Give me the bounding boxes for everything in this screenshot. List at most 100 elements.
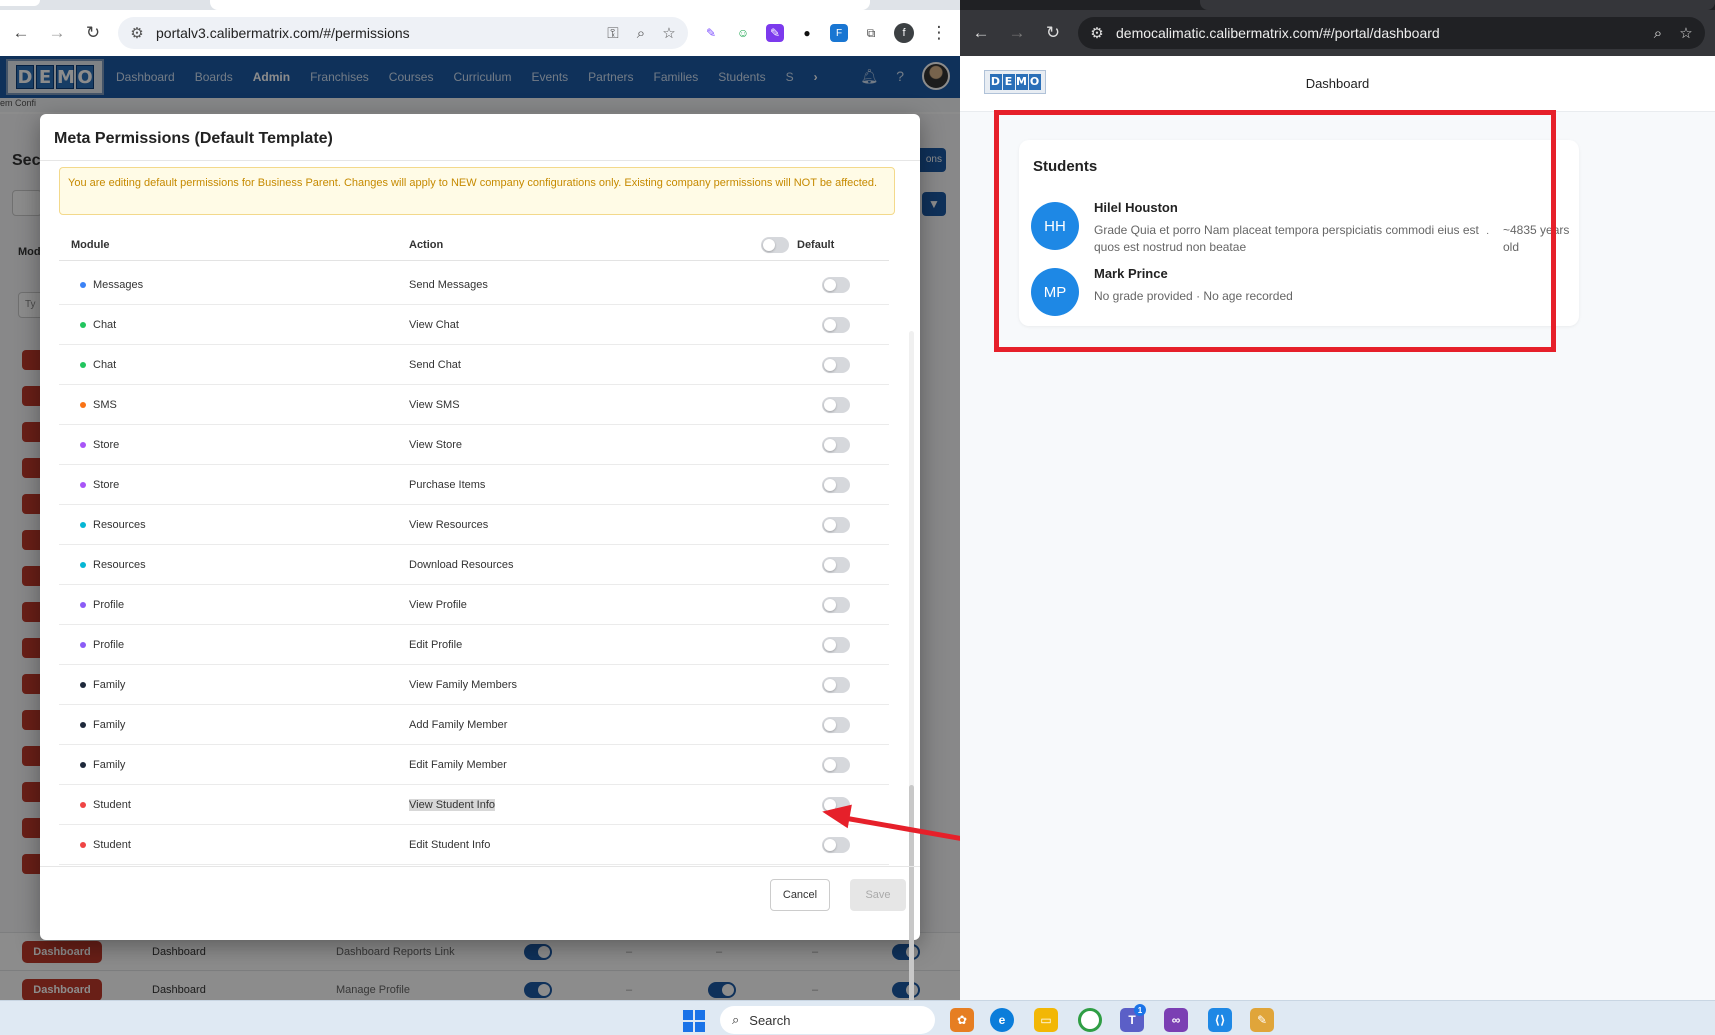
tab-strip bbox=[0, 0, 960, 10]
vscode-icon[interactable]: ⟨⟩ bbox=[1208, 1008, 1232, 1032]
permission-toggle[interactable] bbox=[822, 836, 850, 853]
zoom-icon[interactable]: ⌕ bbox=[1649, 25, 1667, 42]
url-text[interactable]: democalimatic.calibermatrix.com/#/portal… bbox=[1116, 25, 1639, 41]
bot-extension-icon[interactable]: ☺ bbox=[734, 24, 752, 42]
permission-toggle[interactable] bbox=[822, 316, 850, 333]
edit-extension-icon[interactable]: ✎ bbox=[766, 24, 784, 42]
module-color-dot bbox=[80, 481, 86, 488]
action-cell: Send Chat bbox=[409, 358, 461, 371]
address-bar[interactable]: ⚙ democalimatic.calibermatrix.com/#/port… bbox=[1078, 17, 1705, 49]
action-cell: Download Resources bbox=[409, 558, 514, 571]
right-browser-window: ← → ↻ ⚙ democalimatic.calibermatrix.com/… bbox=[960, 0, 1715, 1000]
puzzle-extensions-icon[interactable]: ⧉ bbox=[862, 24, 880, 42]
module-cell: Resources bbox=[93, 558, 146, 571]
module-cell: Student bbox=[93, 838, 131, 851]
permission-row: Resources Download Resources bbox=[59, 545, 889, 585]
left-browser-window: ← → ↻ ⚙ portalv3.calibermatrix.com/#/per… bbox=[0, 0, 960, 1000]
cancel-button[interactable]: Cancel bbox=[770, 879, 830, 911]
permission-row: Messages Send Messages bbox=[59, 265, 889, 305]
edge-browser-icon[interactable]: e bbox=[990, 1008, 1014, 1032]
warning-banner: You are editing default permissions for … bbox=[59, 167, 895, 215]
bookmark-star-icon[interactable]: ☆ bbox=[660, 24, 678, 42]
visual-studio-icon[interactable]: ∞ bbox=[1164, 1008, 1188, 1032]
module-cell: Profile bbox=[93, 598, 125, 611]
back-icon[interactable]: ← bbox=[970, 22, 992, 44]
taskbar-search[interactable]: ⌕ Search bbox=[720, 1006, 935, 1034]
site-info-icon[interactable]: ⚙ bbox=[1088, 24, 1106, 42]
default-all-toggle[interactable] bbox=[761, 236, 789, 253]
permission-toggle[interactable] bbox=[822, 516, 850, 533]
module-color-dot bbox=[80, 761, 86, 768]
permission-toggle[interactable] bbox=[822, 356, 850, 373]
permission-row: Family Edit Family Member bbox=[59, 745, 889, 785]
address-bar[interactable]: ⚙ portalv3.calibermatrix.com/#/permissio… bbox=[118, 17, 688, 49]
column-header-action: Action bbox=[409, 238, 444, 251]
module-color-dot bbox=[80, 601, 86, 608]
column-header-module: Module bbox=[71, 238, 110, 251]
modal-footer: Cancel Save bbox=[40, 866, 920, 940]
module-color-dot bbox=[80, 521, 86, 528]
permission-row: Family View Family Members bbox=[59, 665, 889, 705]
module-color-dot bbox=[80, 401, 86, 408]
bookmark-star-icon[interactable]: ☆ bbox=[1677, 24, 1695, 42]
action-cell: View Resources bbox=[409, 518, 489, 531]
paint-app-icon[interactable]: ✎ bbox=[1250, 1008, 1274, 1032]
action-cell: Send Messages bbox=[409, 278, 488, 291]
permission-row: Family Add Family Member bbox=[59, 705, 889, 745]
permission-toggle[interactable] bbox=[822, 476, 850, 493]
reload-icon[interactable]: ↻ bbox=[1042, 22, 1064, 44]
module-color-dot bbox=[80, 321, 86, 328]
back-icon[interactable]: ← bbox=[10, 22, 32, 44]
module-color-dot bbox=[80, 841, 86, 848]
action-cell: View SMS bbox=[409, 398, 460, 411]
reload-icon[interactable]: ↻ bbox=[82, 22, 104, 44]
url-text[interactable]: portalv3.calibermatrix.com/#/permissions bbox=[156, 25, 594, 41]
module-cell: SMS bbox=[93, 398, 117, 411]
permission-toggle[interactable] bbox=[822, 716, 850, 733]
permission-row: Profile View Profile bbox=[59, 585, 889, 625]
permission-toggle[interactable] bbox=[822, 596, 850, 613]
module-cell: Chat bbox=[93, 358, 117, 371]
permission-toggle[interactable] bbox=[822, 556, 850, 573]
permission-toggle[interactable] bbox=[822, 436, 850, 453]
page-title: Dashboard bbox=[1305, 76, 1370, 91]
annotation-arrow-icon bbox=[820, 799, 852, 829]
permission-toggle[interactable] bbox=[822, 636, 850, 653]
module-cell: Family bbox=[93, 718, 126, 731]
active-tab[interactable] bbox=[1200, 0, 1715, 10]
search-icon: ⌕ bbox=[732, 1012, 740, 1027]
permission-row: Chat Send Chat bbox=[59, 345, 889, 385]
forward-icon[interactable]: → bbox=[1006, 22, 1028, 44]
permission-toggle[interactable] bbox=[822, 756, 850, 773]
action-cell: Edit Family Member bbox=[409, 758, 507, 771]
default-toggle-header: Default bbox=[761, 236, 834, 253]
more-menu-icon[interactable]: ⋮ bbox=[928, 22, 950, 44]
pen-extension-icon[interactable]: ✎ bbox=[702, 24, 720, 42]
module-cell: Family bbox=[93, 678, 126, 691]
windows-start-icon[interactable] bbox=[683, 1010, 705, 1032]
widgets-icon[interactable]: ✿ bbox=[950, 1008, 974, 1032]
profile-avatar[interactable]: f bbox=[894, 23, 914, 43]
action-cell: View Profile bbox=[409, 598, 467, 611]
module-color-dot bbox=[80, 281, 86, 288]
teams-notification-badge: 1 bbox=[1134, 1004, 1146, 1016]
permission-toggle[interactable] bbox=[822, 396, 850, 413]
module-color-dot bbox=[80, 361, 86, 368]
permission-toggle[interactable] bbox=[822, 276, 850, 293]
permission-row: SMS View SMS bbox=[59, 385, 889, 425]
file-explorer-icon[interactable]: ▭ bbox=[1034, 1008, 1058, 1032]
module-cell: Resources bbox=[93, 518, 146, 531]
password-key-icon[interactable]: ⚿ bbox=[604, 25, 622, 42]
active-tab[interactable] bbox=[210, 0, 870, 10]
permission-toggle[interactable] bbox=[822, 676, 850, 693]
zoom-icon[interactable]: ⌕ bbox=[632, 25, 650, 42]
action-cell: View Chat bbox=[409, 318, 459, 331]
pointer-extension-icon[interactable]: ● bbox=[798, 24, 816, 42]
module-cell: Store bbox=[93, 438, 120, 451]
tab[interactable] bbox=[0, 0, 40, 6]
forward-icon[interactable]: → bbox=[46, 22, 68, 44]
site-info-icon[interactable]: ⚙ bbox=[128, 24, 146, 42]
save-button[interactable]: Save bbox=[850, 879, 906, 911]
fi-extension-icon[interactable]: F bbox=[830, 24, 848, 42]
chrome-browser-icon[interactable] bbox=[1078, 1008, 1102, 1032]
